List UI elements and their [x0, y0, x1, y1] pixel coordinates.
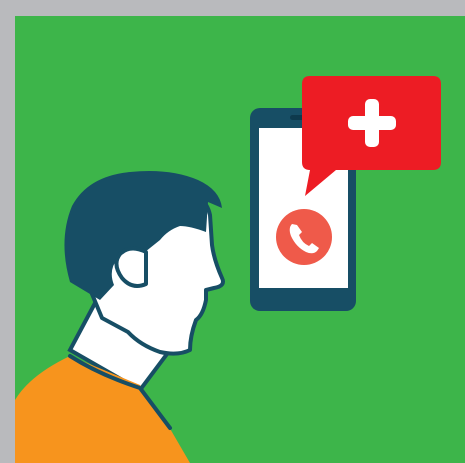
- illustration-frame: [0, 0, 465, 463]
- medical-call-illustration: [15, 16, 465, 463]
- call-button: [276, 209, 332, 265]
